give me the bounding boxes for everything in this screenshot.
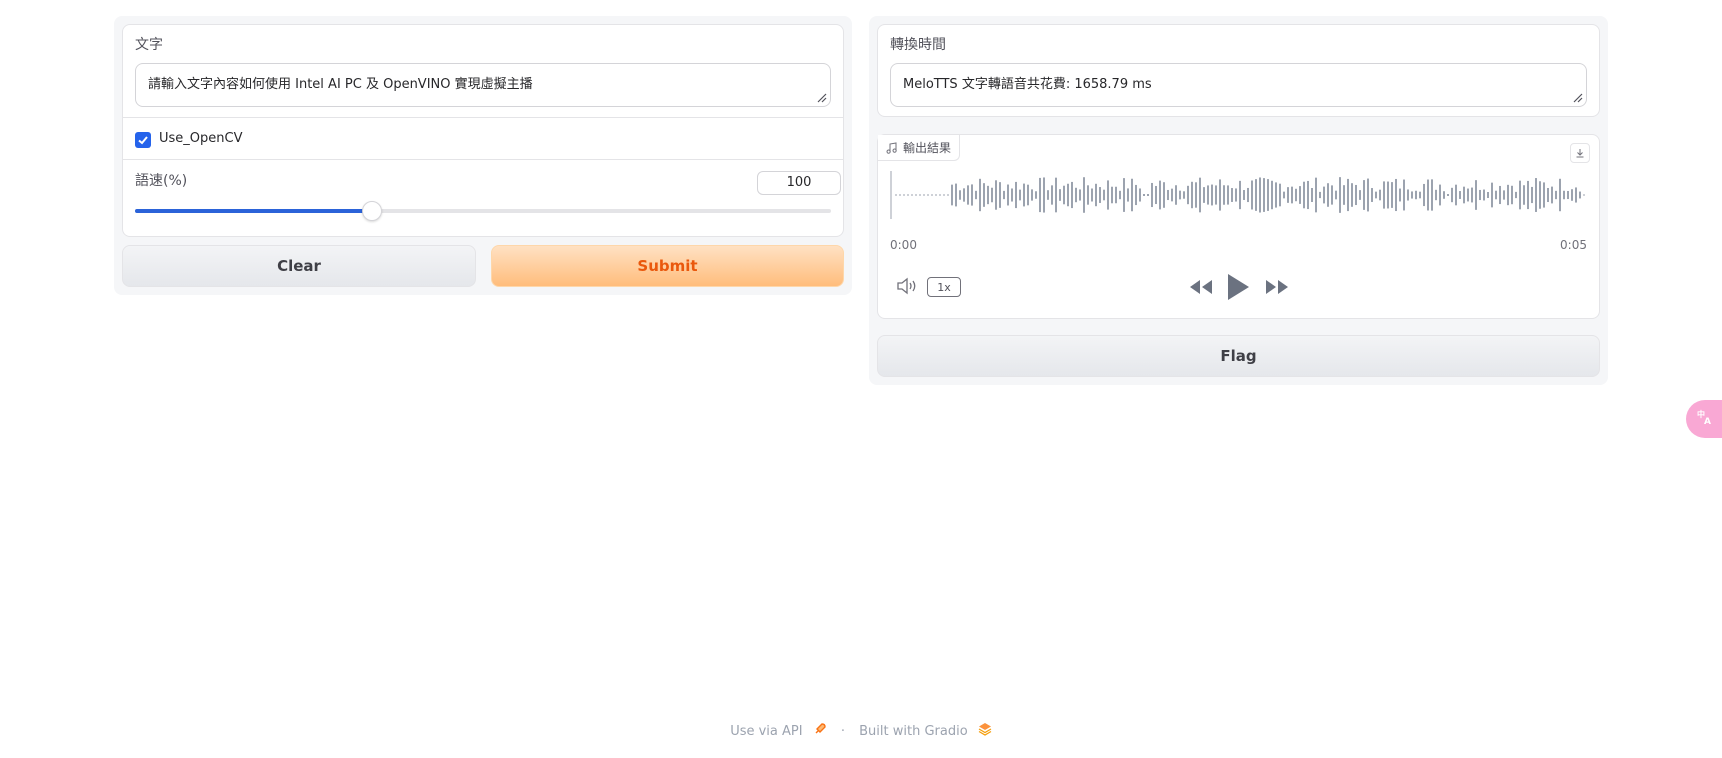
time-output-field[interactable]: MeloTTS 文字轉語音共花費: 1658.79 ms (890, 63, 1587, 107)
clear-button[interactable]: Clear (122, 245, 476, 287)
speed-slider[interactable] (135, 209, 831, 213)
svg-text:A: A (1704, 417, 1711, 426)
translate-floating-button[interactable]: 中 A (1686, 400, 1722, 438)
divider (123, 117, 843, 118)
text-label: 文字 (135, 37, 163, 53)
rewind-icon[interactable] (1188, 278, 1214, 296)
audio-start-time: 0:00 (890, 238, 917, 252)
gradio-logo-icon (978, 722, 992, 740)
submit-button[interactable]: Submit (491, 245, 844, 287)
resize-handle-icon[interactable] (1573, 93, 1583, 103)
translate-icon: 中 A (1696, 408, 1714, 430)
speed-slider-thumb[interactable] (361, 201, 382, 221)
input-form: 文字 請輸入文字內容如何使用 Intel AI PC 及 OpenVINO 實現… (122, 24, 844, 237)
rocket-icon (813, 722, 827, 740)
time-label: 轉換時間 (890, 37, 946, 53)
text-input[interactable]: 請輸入文字內容如何使用 Intel AI PC 及 OpenVINO 實現虛擬主… (135, 63, 831, 107)
audio-output-box: 輸出結果 0:00 0:05 1x (877, 134, 1600, 319)
fast-forward-icon[interactable] (1264, 278, 1290, 296)
volume-icon[interactable] (896, 277, 918, 295)
footer: Use via API · Built with Gradio (0, 722, 1722, 740)
play-icon[interactable] (1226, 273, 1250, 301)
music-note-icon (886, 141, 897, 154)
audio-label-tag: 輸出結果 (878, 135, 961, 161)
text-input-value: 請輸入文字內容如何使用 Intel AI PC 及 OpenVINO 實現虛擬主… (148, 77, 533, 92)
output-column: 轉換時間 MeloTTS 文字轉語音共花費: 1658.79 ms 輸出結果 0… (869, 16, 1608, 385)
resize-handle-icon[interactable] (817, 93, 827, 103)
input-column: 文字 請輸入文字內容如何使用 Intel AI PC 及 OpenVINO 實現… (114, 16, 852, 295)
download-icon (1576, 149, 1584, 158)
divider (123, 159, 843, 160)
audio-label: 輸出結果 (903, 141, 952, 155)
playback-rate-button[interactable]: 1x (927, 277, 961, 297)
audio-end-time: 0:05 (1560, 238, 1587, 252)
use-opencv-checkbox[interactable] (135, 132, 151, 148)
use-opencv-label: Use_OpenCV (159, 131, 243, 146)
footer-separator: · (840, 723, 845, 739)
speed-number-input[interactable]: 100 (757, 171, 841, 195)
checkmark-icon (138, 136, 148, 145)
time-output-value: MeloTTS 文字轉語音共花費: 1658.79 ms (903, 77, 1152, 92)
flag-button[interactable]: Flag (877, 335, 1600, 377)
time-output-box: 轉換時間 MeloTTS 文字轉語音共花費: 1658.79 ms (877, 24, 1600, 117)
speed-label: 語速(%) (135, 173, 188, 189)
speed-slider-fill (135, 209, 372, 213)
use-via-api-link[interactable]: Use via API (730, 724, 802, 739)
built-with-gradio-link[interactable]: Built with Gradio (859, 724, 968, 739)
audio-waveform[interactable] (890, 167, 1590, 223)
download-button[interactable] (1570, 143, 1590, 163)
